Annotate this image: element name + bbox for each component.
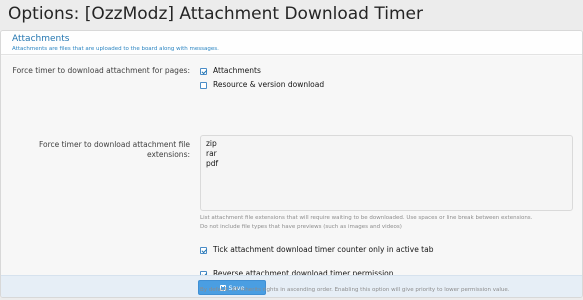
section-description: Attachments are files that are uploaded … — [12, 46, 219, 52]
checkbox-resource-download-label: Resource & version download — [213, 80, 325, 89]
checkbox-active-tab[interactable]: Tick attachment download timer counter o… — [200, 245, 434, 255]
checkbox-icon[interactable] — [200, 246, 207, 254]
extensions-hint-line1: List attachment file extensions that wil… — [200, 215, 533, 221]
extensions-textarea[interactable]: zip rar pdf — [200, 135, 573, 211]
options-panel: Attachments Attachments are files that a… — [0, 30, 583, 298]
section-header: Attachments Attachments are files that a… — [1, 31, 582, 55]
extension-line: rar — [206, 149, 217, 158]
extensions-hint-line2: Do not include file types that have prev… — [200, 224, 402, 230]
extensions-label-line2: extensions: — [147, 150, 190, 159]
extension-line: pdf — [206, 159, 219, 168]
checkbox-active-tab-label: Tick attachment download timer counter o… — [213, 245, 434, 254]
page-title: Options: [OzzModz] Attachment Download T… — [8, 4, 423, 24]
extensions-label-line1: Force timer to download attachment file — [38, 140, 190, 149]
extensions-label: Force timer to download attachment file … — [5, 140, 190, 160]
checkbox-icon[interactable] — [200, 81, 207, 89]
checkbox-attachments-label: Attachments — [213, 66, 261, 75]
pages-label: Force timer to download attachment for p… — [12, 66, 190, 75]
checkbox-attachments[interactable]: Attachments — [200, 66, 261, 76]
reverse-permission-hint: By default, XF inherits rights in ascend… — [200, 287, 510, 293]
section-title: Attachments — [12, 34, 70, 44]
checkbox-resource-download[interactable]: Resource & version download — [200, 80, 324, 90]
checkbox-icon[interactable] — [200, 67, 207, 75]
extension-line: zip — [206, 139, 217, 148]
form-body: Force timer to download attachment for p… — [1, 56, 582, 278]
